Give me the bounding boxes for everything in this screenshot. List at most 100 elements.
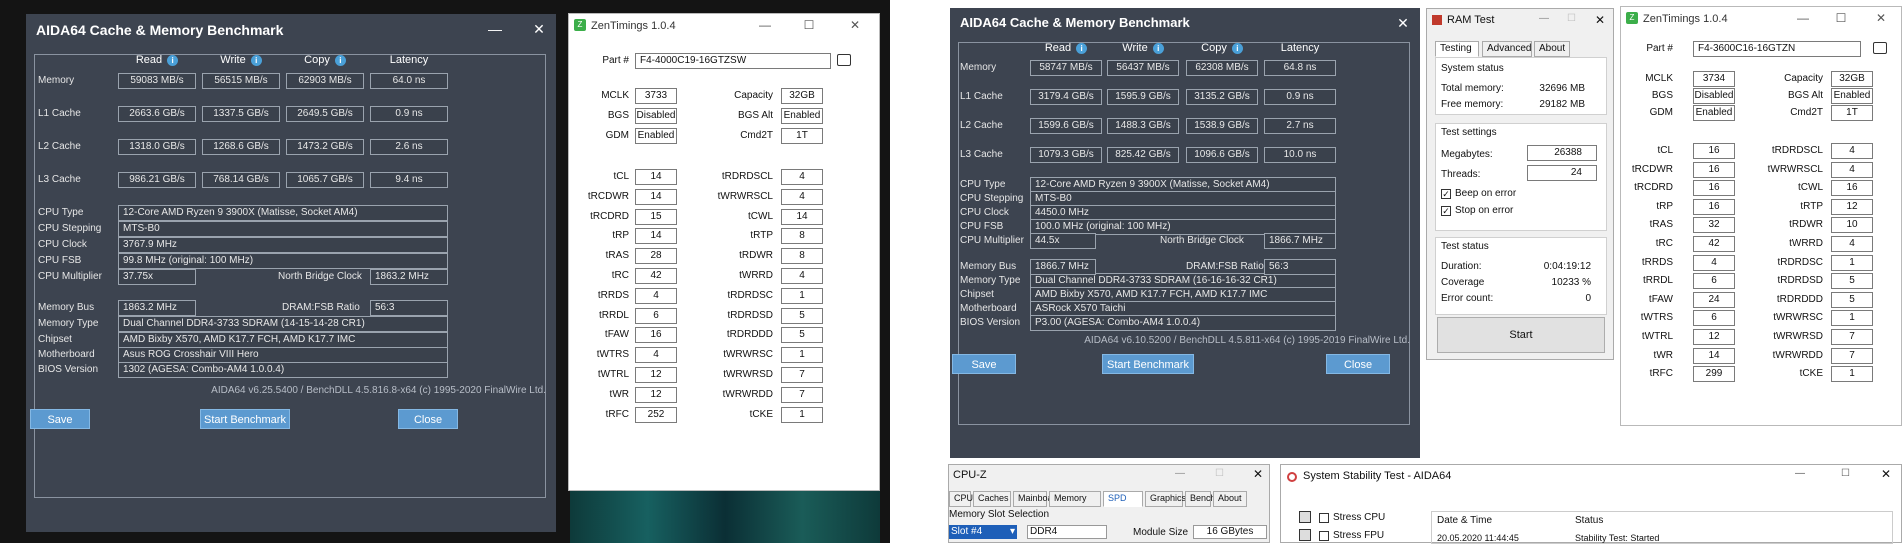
timing-twrrd-value: 4 [781, 268, 823, 284]
close-window-button[interactable]: ✕ [528, 20, 550, 38]
tab-about[interactable]: About [1534, 41, 1570, 57]
footer-text: AIDA64 v6.25.5400 / BenchDLL 4.5.816.8-x… [211, 385, 546, 396]
close-button[interactable]: Close [398, 409, 458, 429]
close-window-button[interactable]: ✕ [847, 18, 863, 32]
cpu-multiplier-label: CPU Multiplier [38, 271, 102, 282]
timing-trrdl-label: tRRDL [1642, 275, 1673, 287]
screenshot-icon[interactable] [837, 54, 851, 66]
minimize-button[interactable]: — [1795, 468, 1805, 479]
minimize-button[interactable]: — [1175, 468, 1185, 479]
beep-checkbox[interactable]: ✓ [1441, 189, 1451, 199]
cpu-fsb-label: CPU FSB [38, 255, 82, 266]
duration-label: Duration: [1441, 261, 1482, 272]
ramtest-logo-icon [1432, 15, 1442, 25]
close-window-button[interactable]: ✕ [1595, 13, 1605, 27]
tab-spd[interactable]: SPD [1103, 491, 1143, 507]
start-benchmark-button[interactable]: Start Benchmark [200, 409, 290, 429]
stop-checkbox[interactable]: ✓ [1441, 206, 1451, 216]
timing-tfaw-label: tFAW [1648, 293, 1673, 305]
stress-fpu-checkbox[interactable] [1319, 531, 1329, 541]
col-status-header: Status [1575, 515, 1604, 526]
coverage-value: 10233 % [1551, 277, 1591, 288]
timing-trc-label: tRC [1655, 238, 1673, 249]
cpu-multiplier-label: CPU Multiplier [960, 235, 1024, 246]
info-icon[interactable]: i [167, 54, 179, 66]
row-label: Memory [960, 62, 997, 73]
memory-slot-group-label: Memory Slot Selection [949, 509, 1050, 520]
timing-trdrdsc-value: 1 [781, 287, 823, 304]
part-label: Part # [602, 55, 629, 66]
tab-caches[interactable]: Caches [973, 491, 1011, 507]
info-icon[interactable]: i [1231, 42, 1243, 54]
zentimings-window-2: Z ZenTimings 1.0.4 — ☐ ✕ Part # F4-3600C1… [1620, 6, 1902, 426]
minimize-button[interactable]: — [1539, 13, 1549, 24]
header-write: Write i [1107, 42, 1179, 54]
minimize-button[interactable]: — [484, 20, 506, 38]
header-write: Write i [202, 54, 280, 66]
timing-trdrdsc-label: tRDRDSC [1777, 256, 1823, 268]
tab-memory[interactable]: Memory [1049, 491, 1101, 507]
threads-input[interactable]: 24 [1527, 165, 1597, 181]
maximize-button[interactable]: ☐ [1215, 468, 1224, 479]
timing-trdwr-value: 8 [781, 248, 823, 265]
timing-twr-label: tWR [609, 388, 629, 400]
tab-graphics[interactable]: Graphics [1145, 491, 1186, 507]
timing-twrwrdd-label: tWRWRDD [722, 388, 773, 400]
minimize-button[interactable]: — [757, 18, 773, 32]
close-window-button[interactable]: ✕ [1873, 11, 1889, 25]
screenshot-icon[interactable] [1873, 42, 1887, 54]
timing-tcl-label: tCL [1657, 145, 1673, 156]
timing-twrwrsc-value: 1 [781, 347, 823, 364]
tab-bench[interactable]: Bench [1185, 491, 1216, 507]
close-window-button[interactable]: ✕ [1881, 467, 1891, 481]
header-label: Read [1044, 42, 1072, 54]
minimize-button[interactable]: — [1795, 11, 1811, 25]
maximize-button[interactable]: ☐ [801, 18, 817, 32]
timing-trrds-label: tRRDS [1641, 256, 1673, 268]
maximize-button[interactable]: ☐ [1833, 11, 1849, 25]
header-label: Write [220, 54, 246, 66]
timing-trdwr-label: tRDWR [739, 250, 773, 262]
maximize-button[interactable]: ☐ [1841, 468, 1850, 479]
timing-trtp-label: tRTP [1800, 200, 1823, 212]
beep-label: Beep on error [1455, 188, 1517, 199]
maximize-button[interactable]: ☐ [1567, 13, 1576, 24]
save-button[interactable]: Save [30, 409, 90, 429]
info-icon[interactable]: i [250, 54, 262, 66]
timing-trdrddd-value: 5 [781, 327, 823, 344]
close-button[interactable]: Close [1326, 354, 1390, 374]
mclk-label: MCLK [1645, 73, 1673, 84]
timing-tcwl-value: 16 [1831, 180, 1873, 197]
info-icon[interactable]: i [1076, 42, 1088, 54]
header-label: Latency [389, 54, 429, 66]
stress-cpu-checkbox[interactable] [1319, 513, 1329, 523]
tab-mainboard[interactable]: Mainboard [1013, 491, 1061, 507]
row-label: L2 Cache [38, 141, 81, 152]
close-window-button[interactable]: ✕ [1253, 467, 1263, 481]
memory-bus-value: 1866.7 MHz [1030, 259, 1096, 275]
timing-trtp-label: tRTP [750, 230, 773, 242]
tab-cpu[interactable]: CPU [949, 491, 973, 507]
aida64-benchmark-window-2: AIDA64 Cache & Memory Benchmark ✕ Read i W… [950, 8, 1420, 458]
tab-testing[interactable]: Testing [1435, 41, 1479, 57]
timing-trp-label: tRP [612, 230, 629, 242]
start-button[interactable]: Start [1437, 317, 1605, 353]
megabytes-input[interactable]: 26388 [1527, 145, 1597, 161]
bgs-label: BGS [1651, 90, 1673, 101]
cpu-fsb-label: CPU FSB [960, 221, 1004, 232]
info-icon[interactable]: i [334, 54, 346, 66]
tab-about[interactable]: About [1213, 491, 1247, 507]
start-benchmark-button[interactable]: Start Benchmark [1102, 354, 1194, 374]
save-button[interactable]: Save [952, 354, 1016, 374]
memory-bus-label: Memory Bus [38, 302, 95, 313]
tab-advanced[interactable]: Advanced [1482, 41, 1532, 57]
timing-trrdl-value: 6 [635, 307, 677, 324]
info-icon[interactable]: i [1152, 42, 1164, 54]
value-cell: 62308 MB/s [1186, 60, 1258, 76]
timing-twrwrsd-label: tWRWRSD [723, 369, 773, 380]
megabytes-label: Megabytes: [1441, 149, 1493, 160]
timing-twtrl-label: tWTRL [1641, 331, 1673, 342]
threads-label: Threads: [1441, 169, 1481, 180]
slot-select[interactable]: Slot #4 ▾ [949, 525, 1017, 539]
close-window-button[interactable]: ✕ [1392, 14, 1414, 32]
